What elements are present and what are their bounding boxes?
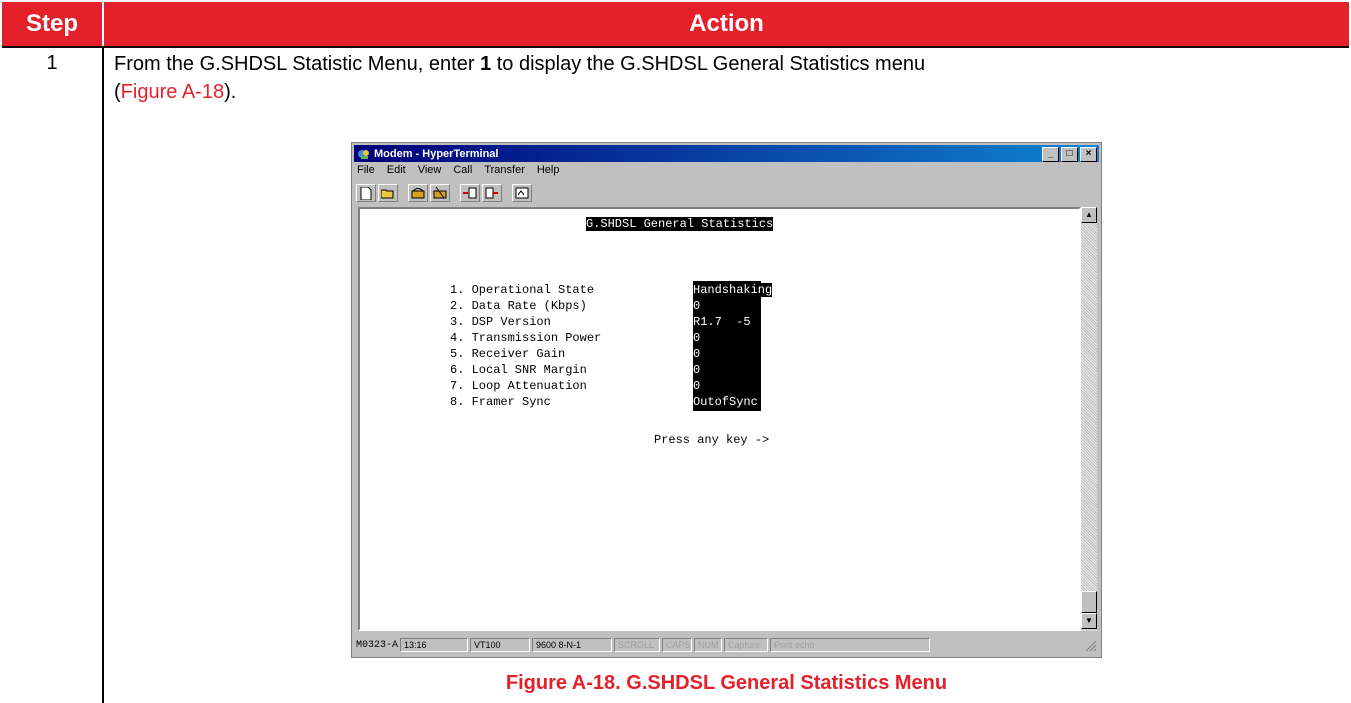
- figure-code: M0323-A: [356, 640, 399, 651]
- status-scroll: SCROLL: [614, 638, 660, 652]
- stat-label: 7. Loop Attenuation: [450, 379, 587, 393]
- stat-label: 2. Data Rate (Kbps): [450, 299, 587, 313]
- instruction-post: to display the G.SHDSL General Statistic…: [491, 53, 926, 75]
- status-settings: 9600 8-N-1: [532, 638, 612, 652]
- hyperterminal-window: Modem - HyperTerminal _ □ × File Edit Vi…: [351, 142, 1102, 658]
- instruction-close: ).: [224, 81, 237, 103]
- status-time: 13:16: [400, 638, 468, 652]
- instruction-text: From the G.SHDSL Statistic Menu, enter 1…: [114, 50, 1314, 106]
- instruction-open: (: [114, 81, 121, 103]
- press-any-key-prompt: Press any key ->: [654, 433, 770, 447]
- header-action: Action: [104, 2, 1349, 46]
- connect-icon[interactable]: [408, 184, 428, 202]
- step-number: 1: [46, 52, 58, 74]
- stat-value: OutofSync: [693, 395, 758, 409]
- new-icon[interactable]: [356, 184, 376, 202]
- disconnect-icon[interactable]: [430, 184, 450, 202]
- status-capture: Capture: [724, 638, 768, 652]
- open-icon[interactable]: [378, 184, 398, 202]
- stat-value: 0: [693, 379, 701, 393]
- stat-label: 1. Operational State: [450, 283, 595, 297]
- menu-file[interactable]: File: [356, 164, 376, 180]
- stat-label: 4. Transmission Power: [450, 331, 602, 345]
- menu-edit[interactable]: Edit: [386, 164, 407, 180]
- stat-label: 5. Receiver Gain: [450, 347, 566, 361]
- value-column-highlight: [693, 281, 761, 411]
- resize-grip-icon[interactable]: [1085, 640, 1097, 652]
- hyperterminal-app-icon: [358, 149, 369, 159]
- scroll-up-icon[interactable]: ▲: [1081, 207, 1097, 223]
- stat-value: Handshaking: [693, 283, 773, 297]
- instruction-pre: From the G.SHDSL Statistic Menu, enter: [114, 53, 481, 75]
- instruction-key: 1: [480, 53, 492, 75]
- menu-bar: File Edit View Call Transfer Help: [356, 164, 560, 180]
- stat-label: 3. DSP Version: [450, 315, 551, 329]
- properties-icon[interactable]: [512, 184, 532, 202]
- toolbar: [356, 182, 532, 204]
- header-divider: [2, 46, 1349, 48]
- scroll-down-icon[interactable]: ▼: [1081, 613, 1097, 629]
- stat-value: 0: [693, 299, 701, 313]
- terminal-screen-title: G.SHDSL General Statistics: [586, 217, 774, 231]
- stat-label: 8. Framer Sync: [450, 395, 551, 409]
- stat-value: 0: [693, 347, 701, 361]
- stat-value: 0: [693, 363, 701, 377]
- close-icon[interactable]: ×: [1080, 147, 1097, 162]
- receive-icon[interactable]: [482, 184, 502, 202]
- maximize-icon[interactable]: □: [1061, 147, 1078, 162]
- minimize-icon[interactable]: _: [1042, 147, 1059, 162]
- menu-call[interactable]: Call: [452, 164, 473, 180]
- figure-reference-link[interactable]: Figure A-18: [121, 81, 224, 103]
- stat-value: R1.7 -5: [693, 315, 751, 329]
- window-titlebar: Modem - HyperTerminal _ □ ×: [354, 145, 1099, 162]
- status-emulation: VT100: [470, 638, 530, 652]
- terminal-screen[interactable]: G.SHDSL General Statistics 1. Operationa…: [358, 207, 1081, 631]
- window-title: Modem - HyperTerminal: [374, 147, 499, 160]
- vertical-scrollbar[interactable]: ▲ ▼: [1081, 207, 1097, 631]
- column-divider: [102, 46, 104, 703]
- header-step: Step: [2, 2, 102, 46]
- status-caps: CAPS: [662, 638, 692, 652]
- menu-view[interactable]: View: [417, 164, 443, 180]
- stat-label: 6. Local SNR Margin: [450, 363, 587, 377]
- send-icon[interactable]: [460, 184, 480, 202]
- menu-help[interactable]: Help: [536, 164, 561, 180]
- status-bar: M0323-A 13:16 VT100 9600 8-N-1 SCROLL CA…: [356, 636, 1097, 654]
- stat-value: 0: [693, 331, 701, 345]
- scroll-thumb[interactable]: [1081, 591, 1097, 613]
- status-print-echo: Print echo: [770, 638, 930, 652]
- figure-caption: Figure A-18. G.SHDSL General Statistics …: [505, 672, 948, 694]
- status-num: NUM: [694, 638, 722, 652]
- menu-transfer[interactable]: Transfer: [483, 164, 526, 180]
